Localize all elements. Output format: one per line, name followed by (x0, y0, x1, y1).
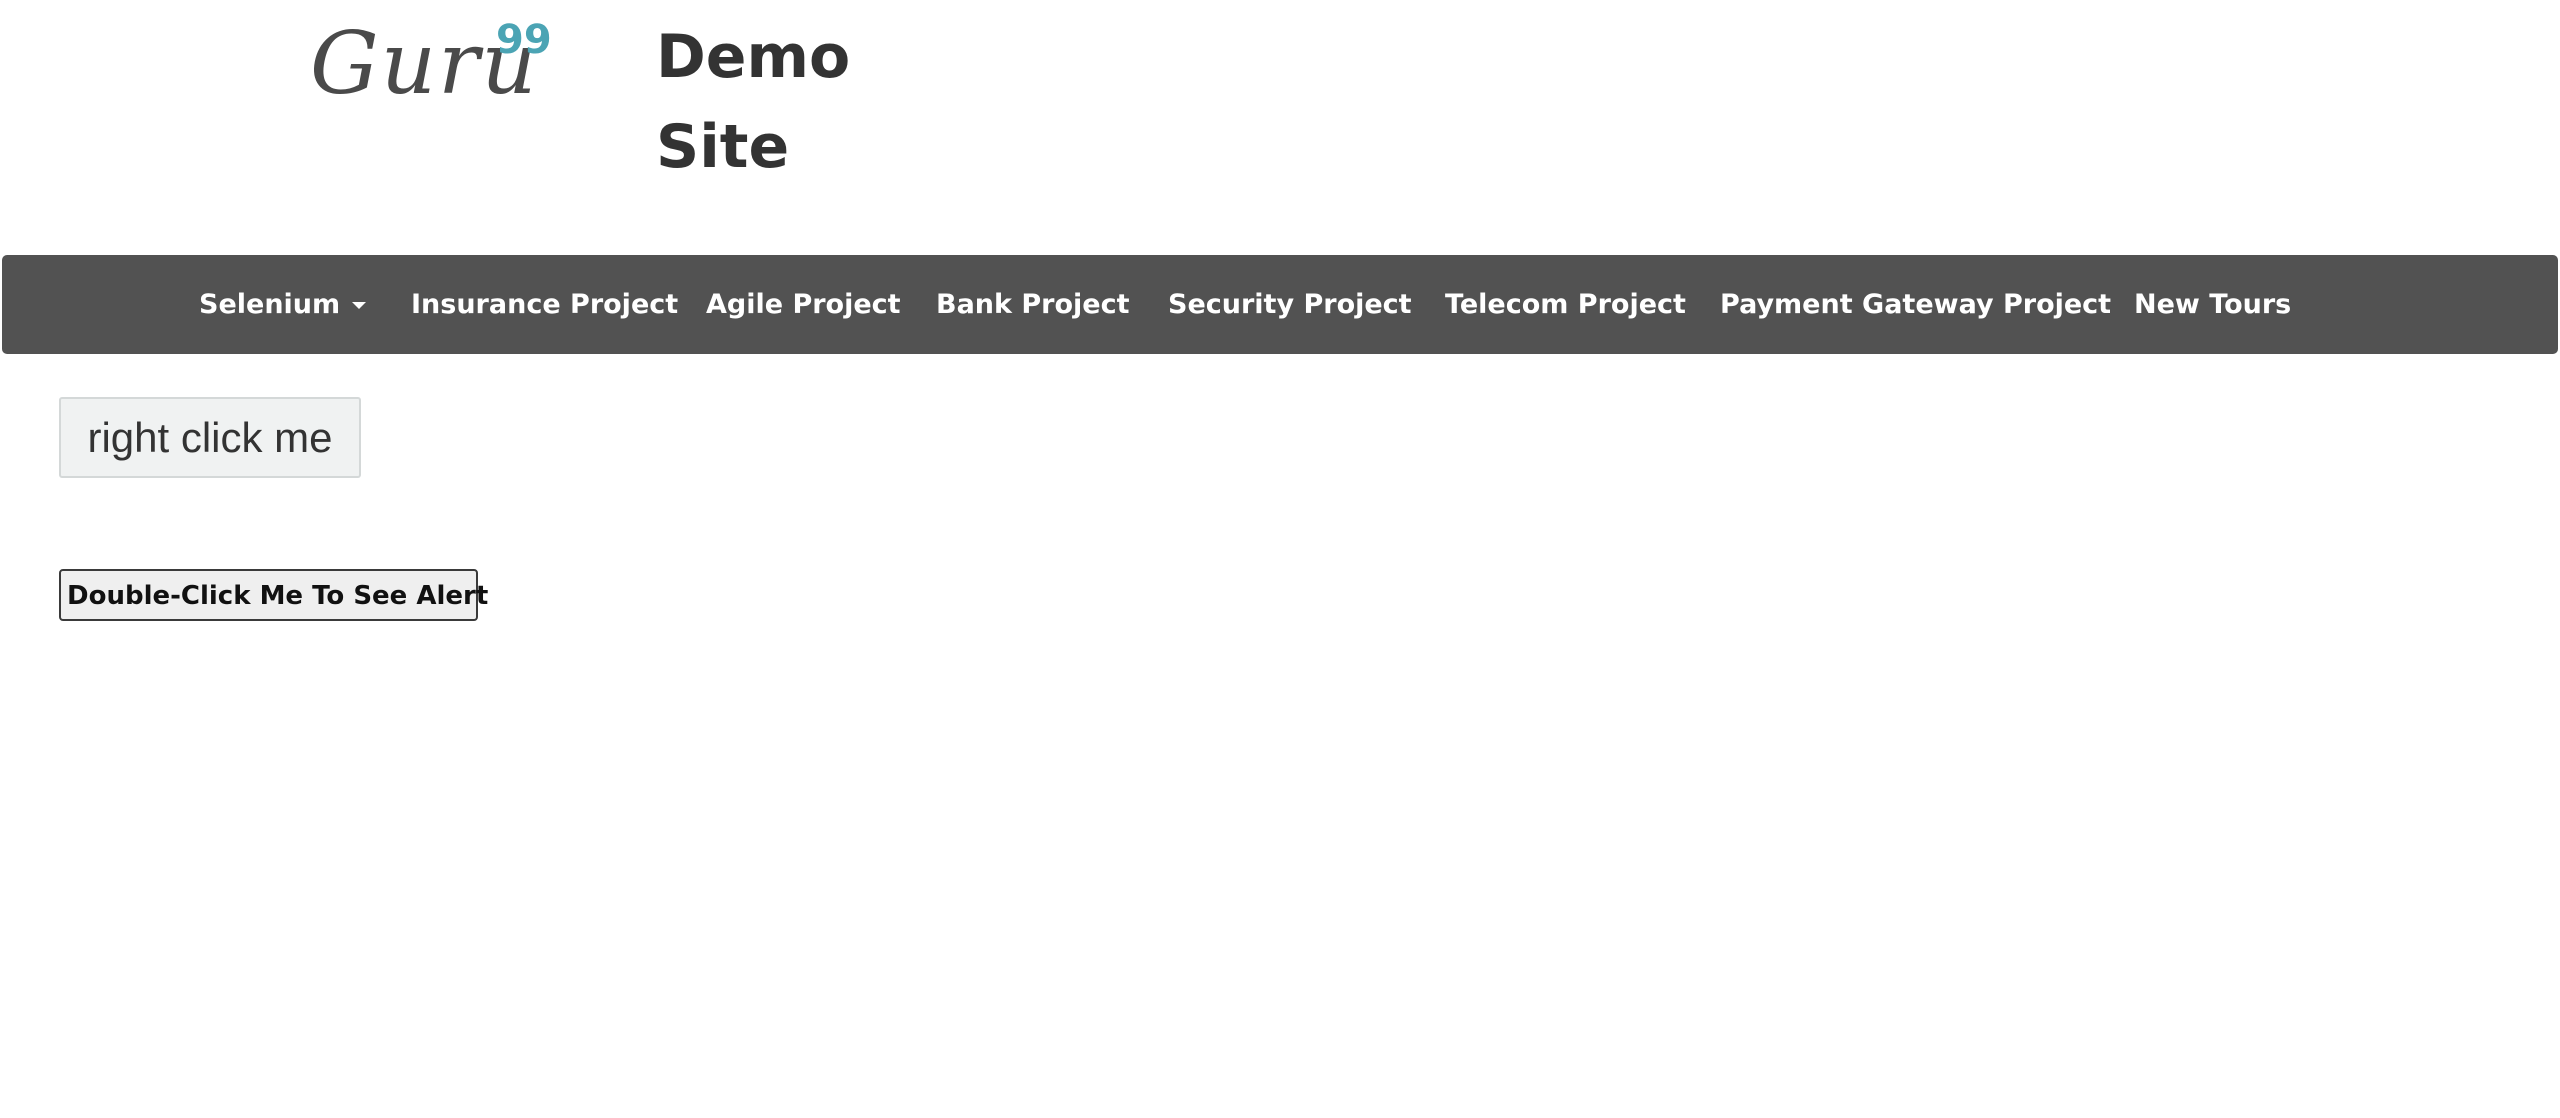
page-header: Guru 99 Demo Site (0, 0, 2560, 255)
main-navbar: Selenium Insurance Project Agile Project… (2, 255, 2558, 354)
nav-item-bank-project[interactable]: Bank Project (936, 255, 1130, 354)
nav-item-telecom-project[interactable]: Telecom Project (1445, 255, 1686, 354)
nav-item-insurance-project[interactable]: Insurance Project (411, 255, 678, 354)
right-click-button[interactable]: right click me (59, 397, 361, 478)
nav-item-new-tours[interactable]: New Tours (2134, 255, 2291, 354)
site-title: Demo Site (656, 22, 851, 182)
nav-item-payment-gateway-project[interactable]: Payment Gateway Project (1720, 255, 2111, 354)
nav-item-security-project[interactable]: Security Project (1168, 255, 1412, 354)
double-click-alert-button[interactable]: Double-Click Me To See Alert (59, 569, 488, 621)
logo-superscript: 99 (496, 17, 552, 63)
nav-item-agile-project[interactable]: Agile Project (706, 255, 901, 354)
nav-item-selenium[interactable]: Selenium (199, 255, 367, 354)
guru99-logo[interactable]: Guru 99 (310, 14, 560, 114)
nav-item-label: Selenium (199, 289, 341, 320)
caret-down-icon (352, 302, 367, 309)
